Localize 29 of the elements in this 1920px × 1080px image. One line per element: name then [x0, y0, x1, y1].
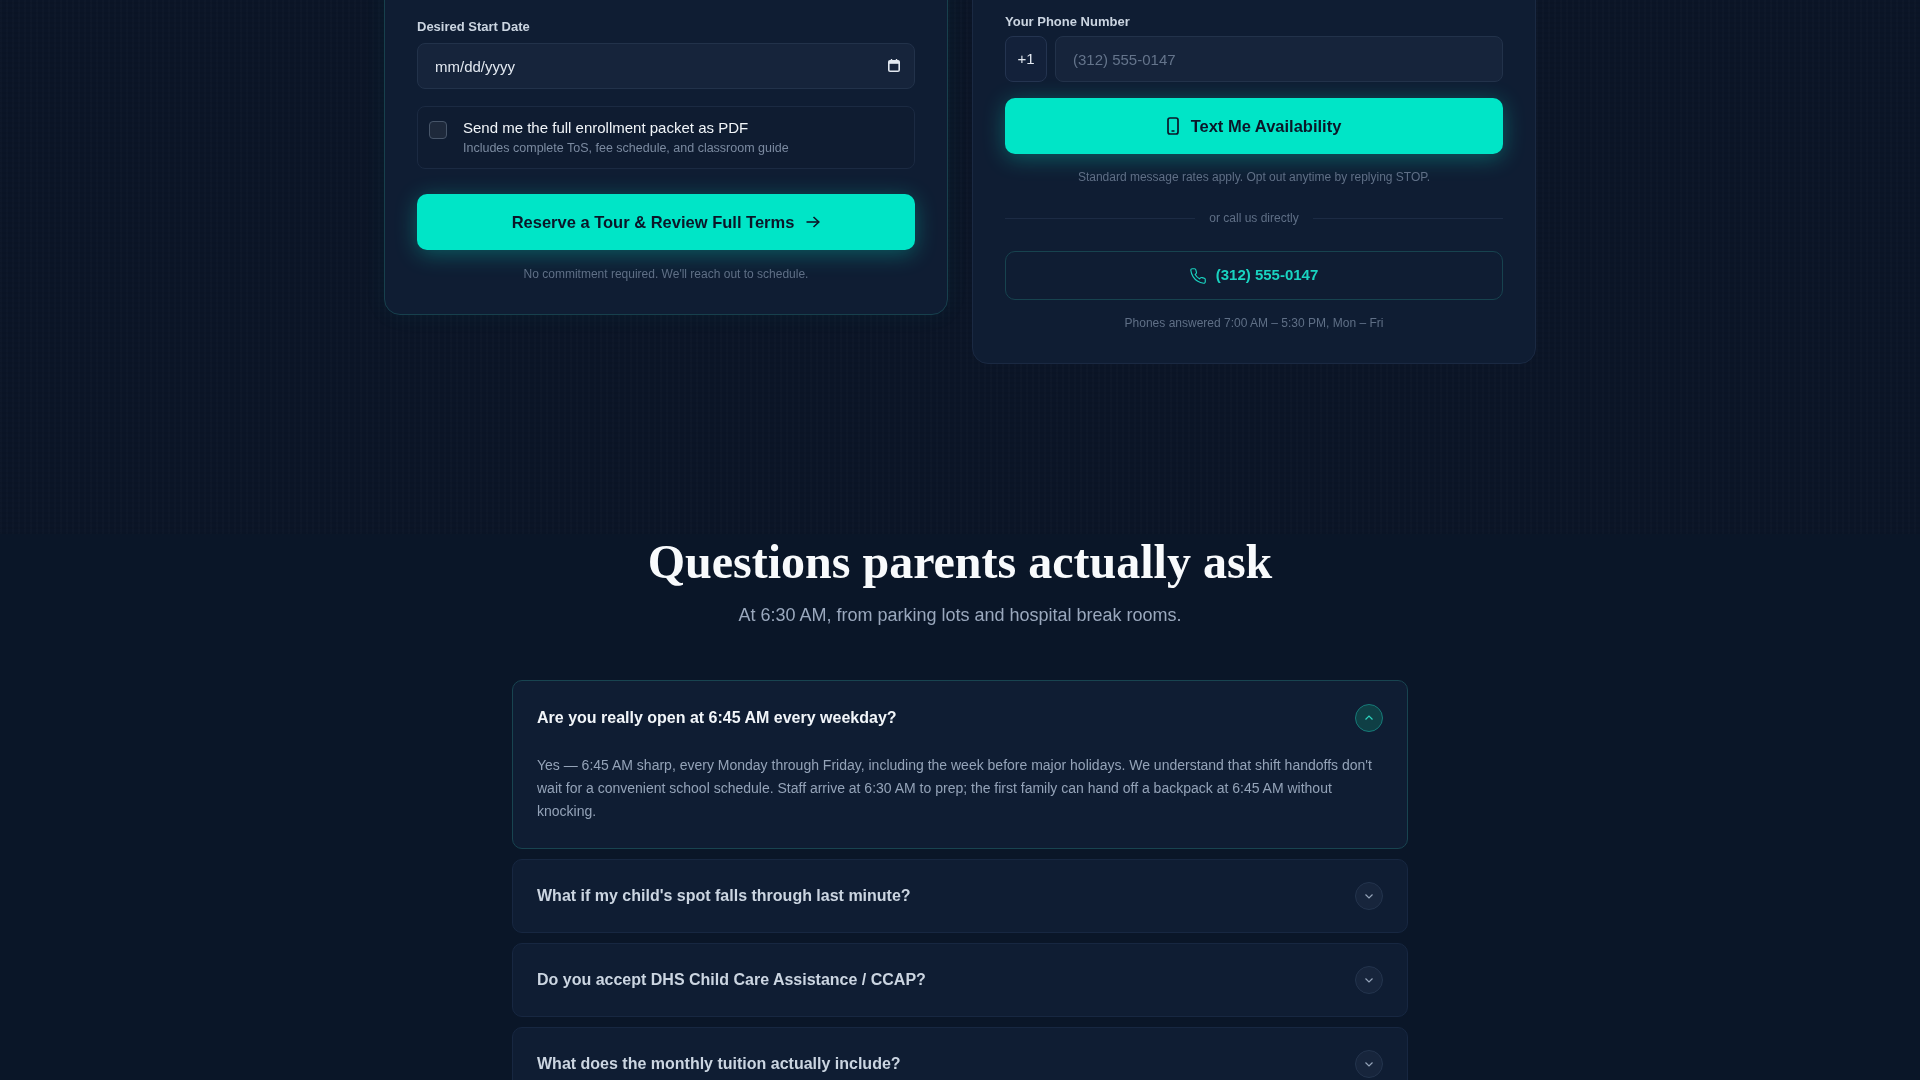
smartphone-icon [1166, 117, 1179, 135]
checkbox-label: Send me the full enrollment packet as PDF [463, 118, 750, 138]
faq-question[interactable]: What if my child's spot falls through last minute? [513, 860, 1407, 932]
faq-question[interactable]: Do you accept DHS Child Care Assistance / CCAP? [513, 944, 1407, 1016]
section-heading: Questions parents actually ask [646, 534, 1274, 589]
chevron-down-icon [1355, 882, 1383, 910]
faq-answer: Yes — 6:45 AM sharp, every Monday through Friday, including the week before major holidays. We understand that shift handoffs don't wait for a convenient school schedule. Staff arrive at 6:30 AM to prep; the first family can hand off a backpack at 6:45 AM without knocking. [537, 756, 1373, 821]
phone-field[interactable]: (312) 555-0147 [1055, 36, 1503, 82]
checkbox[interactable] [429, 121, 447, 139]
section-subtitle: At 6:30 AM, from parking lots and hospital break rooms. [737, 604, 1183, 627]
chevron-up-icon [1355, 704, 1383, 732]
checkbox-description: Includes complete ToS, fee schedule, and classroom guide [463, 140, 789, 157]
field-label: Desired Start Date [417, 19, 531, 35]
arrow-right-icon [806, 216, 821, 228]
date-field[interactable]: mm/dd/yyyy [417, 43, 915, 89]
divider-label: or call us directly [1209, 210, 1299, 226]
reserve-tour-button[interactable]: Reserve a Tour & Review Full Terms [417, 194, 915, 250]
helper-text: Phones answered 7:00 AM – 5:30 PM, Mon – Fri [1123, 315, 1385, 331]
phone-icon [1189, 267, 1206, 284]
helper-text: No commitment required. We'll reach out to schedule. [522, 266, 810, 282]
chevron-down-icon [1355, 966, 1383, 994]
helper-text: Standard message rates apply. Opt out anytime by replying STOP. [1076, 169, 1432, 185]
field-label: Your Phone Number [1005, 14, 1131, 30]
calendar-icon [888, 59, 900, 72]
call-button[interactable]: (312) 555-0147 [1005, 251, 1503, 300]
faq-question[interactable]: Are you really open at 6:45 AM every weekday? [513, 681, 1407, 732]
text-availability-button[interactable]: Text Me Availability [1005, 98, 1503, 154]
country-code: +1 [1005, 36, 1047, 82]
faq-question[interactable]: What does the monthly tuition actually include? [513, 1028, 1407, 1080]
